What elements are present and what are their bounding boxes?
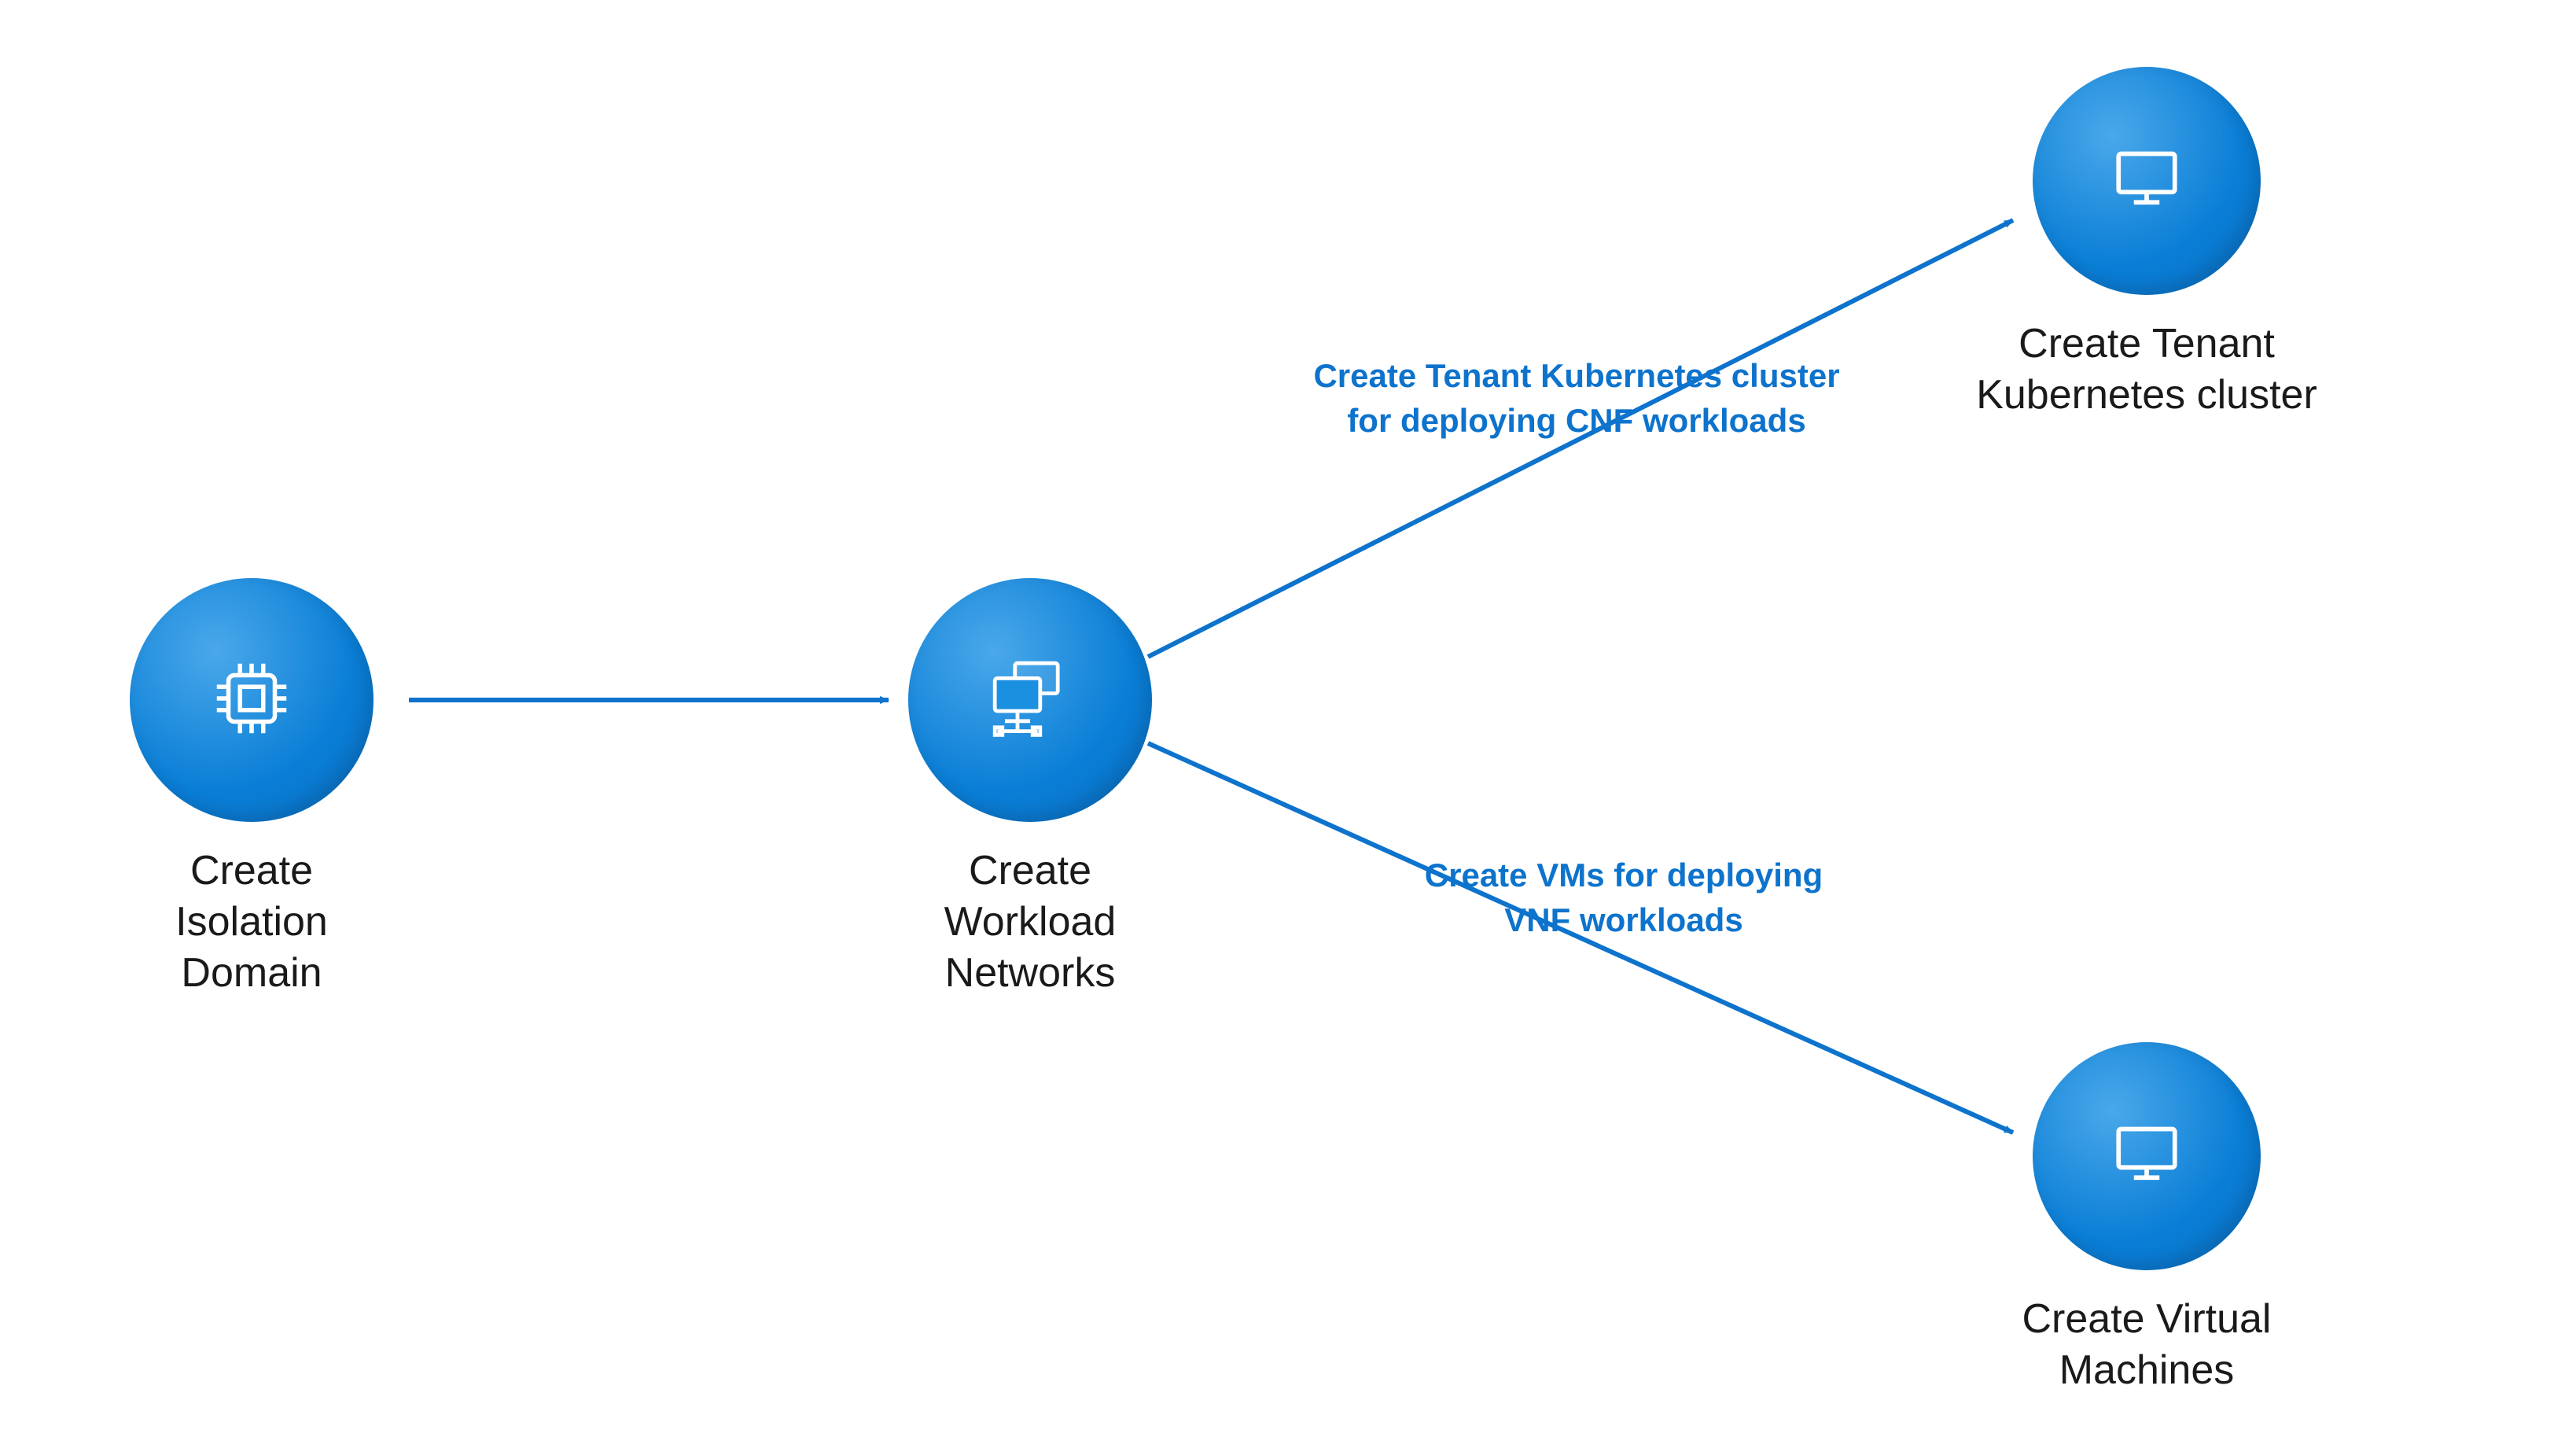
node-kubernetes-cluster (2033, 67, 2261, 295)
node-isolation-domain (130, 578, 374, 822)
node-kubernetes-cluster-label: Create TenantKubernetes cluster (1911, 319, 2383, 421)
node-isolation-domain-label: CreateIsolationDomain (16, 846, 488, 999)
node-workload-networks (908, 578, 1152, 822)
edge-label-cnf: Create Tenant Kubernetes clusterfor depl… (1282, 354, 1871, 443)
monitor-icon (2106, 138, 2188, 224)
node-workload-networks-label: CreateWorkloadNetworks (794, 846, 1266, 999)
node-virtual-machines (2033, 1042, 2261, 1270)
monitor-icon (2106, 1114, 2188, 1199)
chip-icon (205, 652, 298, 749)
edge-label-vnf: Create VMs for deployingVNF workloads (1329, 853, 1919, 942)
networked-monitors-icon (980, 648, 1080, 753)
node-virtual-machines-label: Create VirtualMachines (1911, 1294, 2383, 1396)
